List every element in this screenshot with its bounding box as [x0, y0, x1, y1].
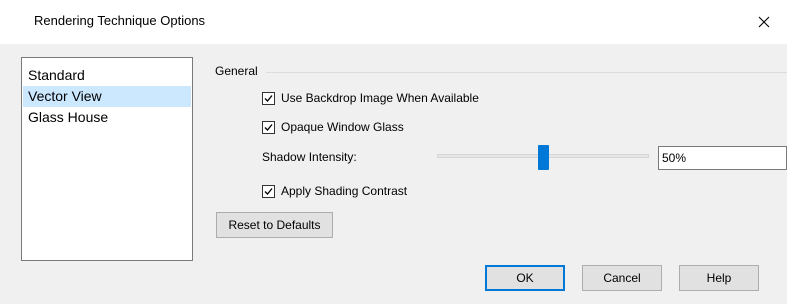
checkmark-icon — [264, 187, 273, 195]
reset-to-defaults-button[interactable]: Reset to Defaults — [216, 212, 333, 238]
shadow-intensity-label: Shadow Intensity: — [262, 150, 357, 164]
group-divider — [266, 72, 787, 73]
list-item-glass-house[interactable]: Glass House — [23, 107, 191, 128]
shading-contrast-label: Apply Shading Contrast — [281, 184, 408, 198]
use-backdrop-checkbox-row[interactable]: Use Backdrop Image When Available — [262, 90, 479, 106]
checkmark-icon — [264, 94, 273, 102]
list-item-vector-view[interactable]: Vector View — [23, 86, 191, 107]
close-button[interactable] — [741, 0, 787, 44]
use-backdrop-label: Use Backdrop Image When Available — [281, 91, 479, 105]
title-bar: Rendering Technique Options — [0, 0, 787, 44]
use-backdrop-checkbox[interactable] — [262, 91, 275, 105]
list-item-label: Glass House — [28, 109, 109, 125]
opaque-glass-checkbox[interactable] — [262, 120, 275, 134]
rendering-technique-dialog: Rendering Technique Options Standard Vec… — [0, 0, 787, 304]
dialog-title: Rendering Technique Options — [34, 13, 206, 28]
opaque-glass-checkbox-row[interactable]: Opaque Window Glass — [262, 119, 404, 135]
list-item-label: Standard — [28, 67, 85, 83]
technique-list[interactable]: Standard Vector View Glass House — [21, 57, 193, 261]
list-item-standard[interactable]: Standard — [23, 65, 191, 86]
list-item-label: Vector View — [28, 88, 102, 104]
cancel-button[interactable]: Cancel — [582, 265, 662, 291]
shading-contrast-checkbox[interactable] — [262, 184, 275, 198]
ok-button[interactable]: OK — [485, 265, 565, 291]
shadow-intensity-input[interactable]: 50% — [658, 146, 787, 170]
general-group-label: General — [215, 64, 262, 78]
shadow-intensity-slider-thumb[interactable] — [538, 145, 549, 170]
help-button[interactable]: Help — [679, 265, 759, 291]
checkmark-icon — [264, 123, 273, 131]
opaque-glass-label: Opaque Window Glass — [281, 120, 404, 134]
shading-contrast-checkbox-row[interactable]: Apply Shading Contrast — [262, 183, 407, 199]
close-icon — [758, 16, 770, 28]
